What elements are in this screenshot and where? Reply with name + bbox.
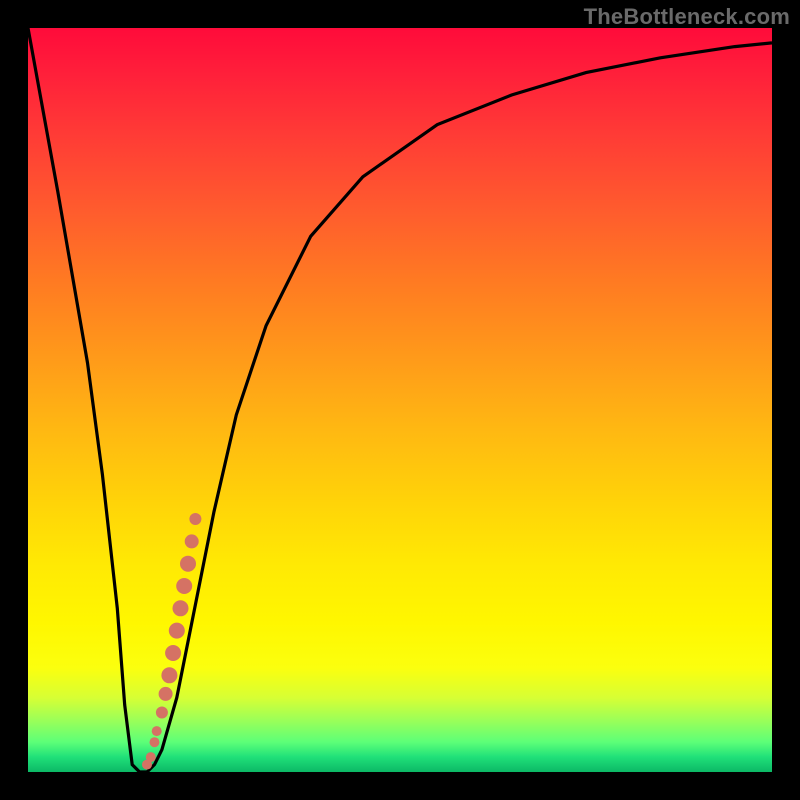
chart-svg [28,28,772,772]
bottleneck-curve [28,28,772,772]
data-point-marker [180,556,196,572]
data-point-marker [146,752,156,762]
data-point-marker [185,534,199,548]
plot-area [28,28,772,772]
data-point-marker [152,726,162,736]
outer-frame: TheBottleneck.com [0,0,800,800]
data-point-marker [156,707,168,719]
data-point-marker [161,667,177,683]
marker-group [142,513,201,770]
data-point-marker [176,578,192,594]
data-point-marker [189,513,201,525]
data-point-marker [173,600,189,616]
data-point-marker [159,687,173,701]
data-point-marker [165,645,181,661]
watermark-text: TheBottleneck.com [584,4,790,30]
data-point-marker [169,623,185,639]
data-point-marker [150,737,160,747]
